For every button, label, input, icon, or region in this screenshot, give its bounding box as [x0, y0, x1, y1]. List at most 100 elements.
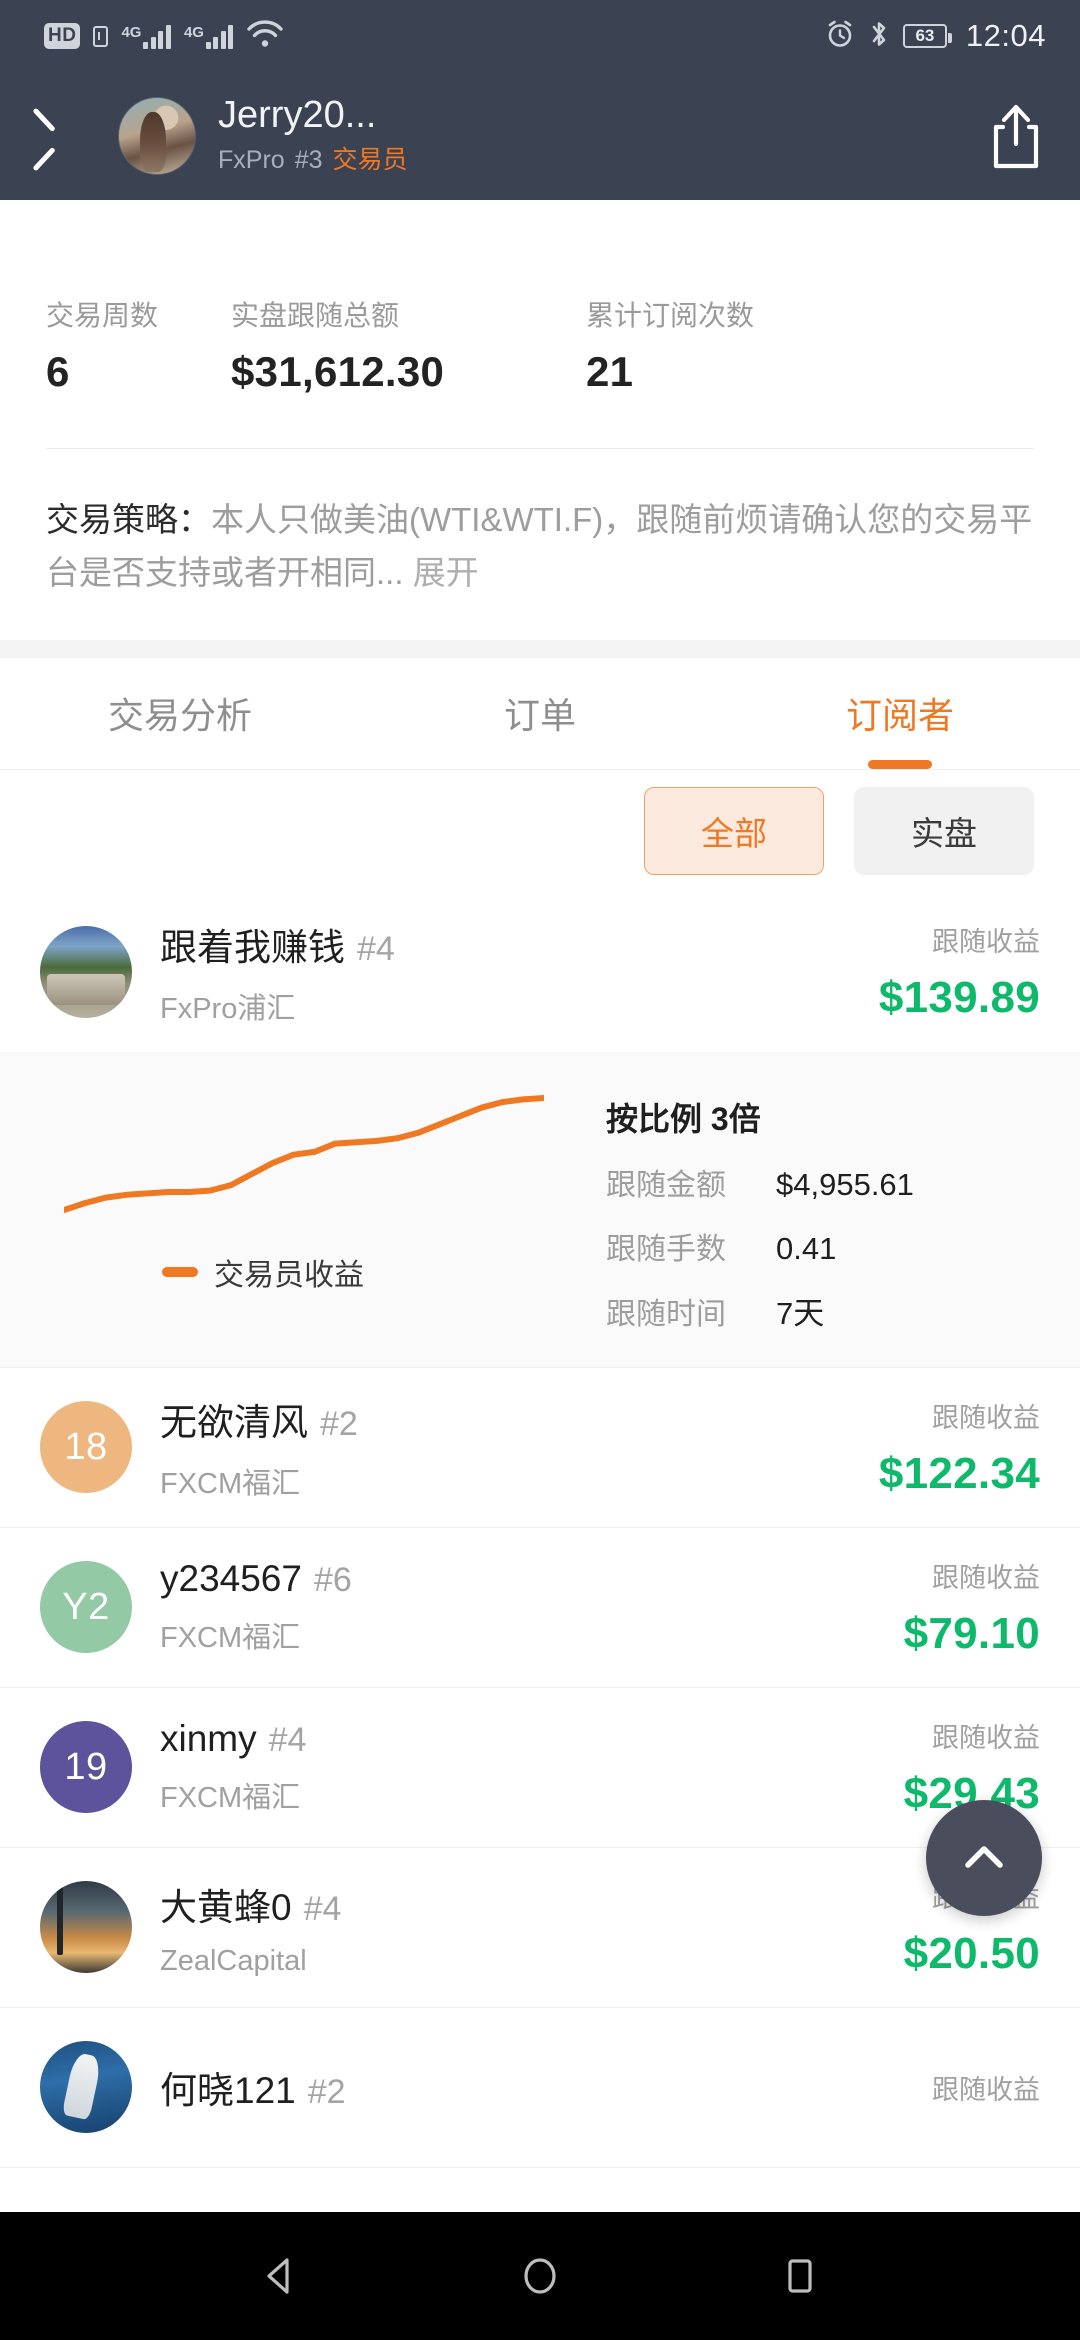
list-item[interactable]: 跟着我赚钱 #4 FxPro浦汇 跟随收益 $139.89 — [0, 891, 1080, 1052]
subscriber-info: 大黄蜂0 #4 ZealCapital — [160, 1877, 341, 1978]
subscriber-list: 跟着我赚钱 #4 FxPro浦汇 跟随收益 $139.89 交易员收益 按比例 … — [0, 891, 1080, 2168]
avatar-initials: 18 — [64, 1425, 108, 1468]
subscriber-info: 无欲清风 #2 FXCM福汇 — [160, 1392, 358, 1502]
strategy-description: 交易策略：本人只做美油(WTI&WTI.F)，跟随前烦请确认您的交易平台是否支持… — [0, 449, 1080, 640]
stat-label: 实盘跟随总额 — [231, 300, 400, 331]
list-item[interactable]: 何晓121 #2 跟随收益 — [0, 2007, 1080, 2168]
avatar — [40, 2041, 132, 2134]
subscriber-profit-block: 跟随收益 $79.10 — [904, 1556, 1040, 1659]
detail-value: $4,955.61 — [776, 1166, 914, 1202]
android-nav-bar — [0, 2212, 1080, 2340]
subscriber-name-line: 大黄蜂0 #4 — [160, 1877, 341, 1931]
subscriber-info: 跟着我赚钱 #4 FxPro浦汇 — [160, 917, 395, 1027]
stat-weeks: 交易周数 6 — [46, 294, 231, 396]
avatar — [40, 1881, 132, 1974]
signal-bars-icon: 4G — [121, 23, 171, 49]
rank-label: #3 — [294, 146, 323, 175]
trader-meta: FxPro #3 交易员 — [218, 140, 408, 176]
profit-sparkline-chart — [64, 1094, 544, 1213]
subscriber-rank: #2 — [307, 2073, 346, 2112]
filter-all[interactable]: 全部 — [644, 786, 824, 875]
avatar — [40, 925, 132, 1018]
strategy-label: 交易策略： — [46, 501, 211, 538]
detail-row: 跟随金额 $4,955.61 — [606, 1160, 1034, 1204]
list-item[interactable]: 19 xinmy #4 FXCM福汇 跟随收益 $29.43 — [0, 1687, 1080, 1848]
profit-amount: $20.50 — [903, 1928, 1040, 1978]
filter-live[interactable]: 实盘 — [854, 786, 1034, 875]
profit-label: 跟随收益 — [932, 1402, 1040, 1433]
broker-label: FxPro — [218, 146, 285, 175]
tab-bar: 交易分析 订单 订阅者 — [0, 657, 1080, 770]
subscriber-name: 无欲清风 — [160, 1402, 308, 1444]
sim-card-icon — [93, 25, 109, 47]
detail-row: 跟随手数 0.41 — [606, 1224, 1034, 1268]
detail-value: 7天 — [776, 1295, 825, 1331]
expand-link[interactable]: 展开 — [413, 554, 479, 591]
back-chevron-icon[interactable] — [40, 106, 92, 166]
battery-level: 63 — [915, 26, 935, 45]
tab-trade-analysis[interactable]: 交易分析 — [0, 658, 360, 769]
detail-key: 跟随金额 — [606, 1168, 726, 1202]
chart-legend: 交易员收益 — [162, 1250, 606, 1294]
subscriber-broker: FxPro浦汇 — [160, 992, 296, 1025]
subscriber-name: xinmy — [160, 1718, 257, 1760]
list-item[interactable]: 大黄蜂0 #4 ZealCapital 跟随收益 $20.50 — [0, 1847, 1080, 2008]
circle-home-icon[interactable] — [516, 2252, 564, 2300]
hd-icon: HD — [44, 23, 81, 49]
subscriber-info: xinmy #4 FXCM福汇 — [160, 1718, 306, 1816]
subscriber-rank: #4 — [303, 1889, 342, 1928]
stat-label: 累计订阅次数 — [586, 300, 755, 331]
profit-amount: $122.34 — [878, 1448, 1040, 1498]
profit-amount: $139.89 — [878, 973, 1040, 1023]
subscriber-broker: FXCM福汇 — [160, 1468, 301, 1501]
subscriber-profit-block: 跟随收益 — [932, 2068, 1040, 2107]
battery-icon: 63 — [902, 24, 952, 48]
status-bar-right: 63 12:04 — [825, 18, 1046, 54]
subscriber-name-line: 跟着我赚钱 #4 — [160, 917, 395, 971]
signal-strength-2 — [205, 23, 234, 49]
signal-bars-icon-2: 4G — [184, 23, 234, 49]
status-bar: HD 4G 4G 63 12:04 — [0, 0, 1080, 72]
avatar-initials: Y2 — [62, 1585, 110, 1628]
legend-swatch-icon — [162, 1266, 198, 1277]
subscriber-name-line: 无欲清风 #2 — [160, 1392, 358, 1446]
detail-chart-area: 交易员收益 — [46, 1090, 606, 1333]
profit-label: 跟随收益 — [932, 1722, 1040, 1753]
stat-subscriptions: 累计订阅次数 21 — [586, 294, 754, 396]
subscriber-detail-panel: 交易员收益 按比例 3倍 跟随金额 $4,955.61 跟随手数 0.41 跟随… — [0, 1051, 1080, 1368]
subscriber-rank: #4 — [357, 929, 395, 968]
profit-label: 跟随收益 — [932, 927, 1040, 958]
tab-subscribers[interactable]: 订阅者 — [720, 658, 1080, 769]
profit-amount: $79.10 — [903, 1608, 1040, 1658]
chevron-up-icon — [965, 1846, 1003, 1868]
subscriber-name: 大黄蜂0 — [160, 1886, 292, 1928]
subscriber-info: 何晓121 #2 — [160, 2060, 346, 2114]
subscriber-broker: ZealCapital — [160, 1944, 307, 1977]
subscriber-name-line: y234567 #6 — [160, 1558, 352, 1600]
status-bar-clock: 12:04 — [965, 18, 1046, 53]
list-item[interactable]: Y2 y234567 #6 FXCM福汇 跟随收益 $79.10 — [0, 1527, 1080, 1688]
subscriber-broker: FXCM福汇 — [160, 1782, 301, 1815]
status-bar-left: HD 4G 4G — [44, 19, 284, 54]
avatar: 19 — [40, 1721, 132, 1814]
subscriber-name: 跟着我赚钱 — [160, 926, 345, 968]
list-item[interactable]: 18 无欲清风 #2 FXCM福汇 跟随收益 $122.34 — [0, 1367, 1080, 1528]
ratio-label: 按比例 3倍 — [606, 1100, 761, 1137]
profit-label: 跟随收益 — [932, 1562, 1040, 1593]
scroll-content[interactable]: +0.17% $404.00 N/A 交易周数 6 实盘跟随总额 $31,612… — [0, 200, 1080, 2212]
scroll-to-top-button[interactable] — [926, 1800, 1042, 1916]
trader-avatar[interactable] — [118, 97, 196, 175]
share-icon[interactable] — [986, 100, 1046, 172]
wifi-icon — [246, 19, 284, 54]
square-recents-icon[interactable] — [776, 2252, 824, 2300]
role-badge: 交易员 — [332, 146, 408, 175]
network-type-label-1: 4G — [121, 24, 142, 41]
subscriber-name: y234567 — [160, 1558, 302, 1600]
tab-orders[interactable]: 订单 — [360, 658, 720, 769]
subscriber-rank: #6 — [313, 1561, 352, 1600]
detail-key: 跟随手数 — [606, 1232, 726, 1266]
subscriber-name-line: xinmy #4 — [160, 1718, 306, 1760]
triangle-back-icon[interactable] — [256, 2252, 304, 2300]
section-gap — [0, 639, 1080, 658]
avatar: Y2 — [40, 1561, 132, 1654]
